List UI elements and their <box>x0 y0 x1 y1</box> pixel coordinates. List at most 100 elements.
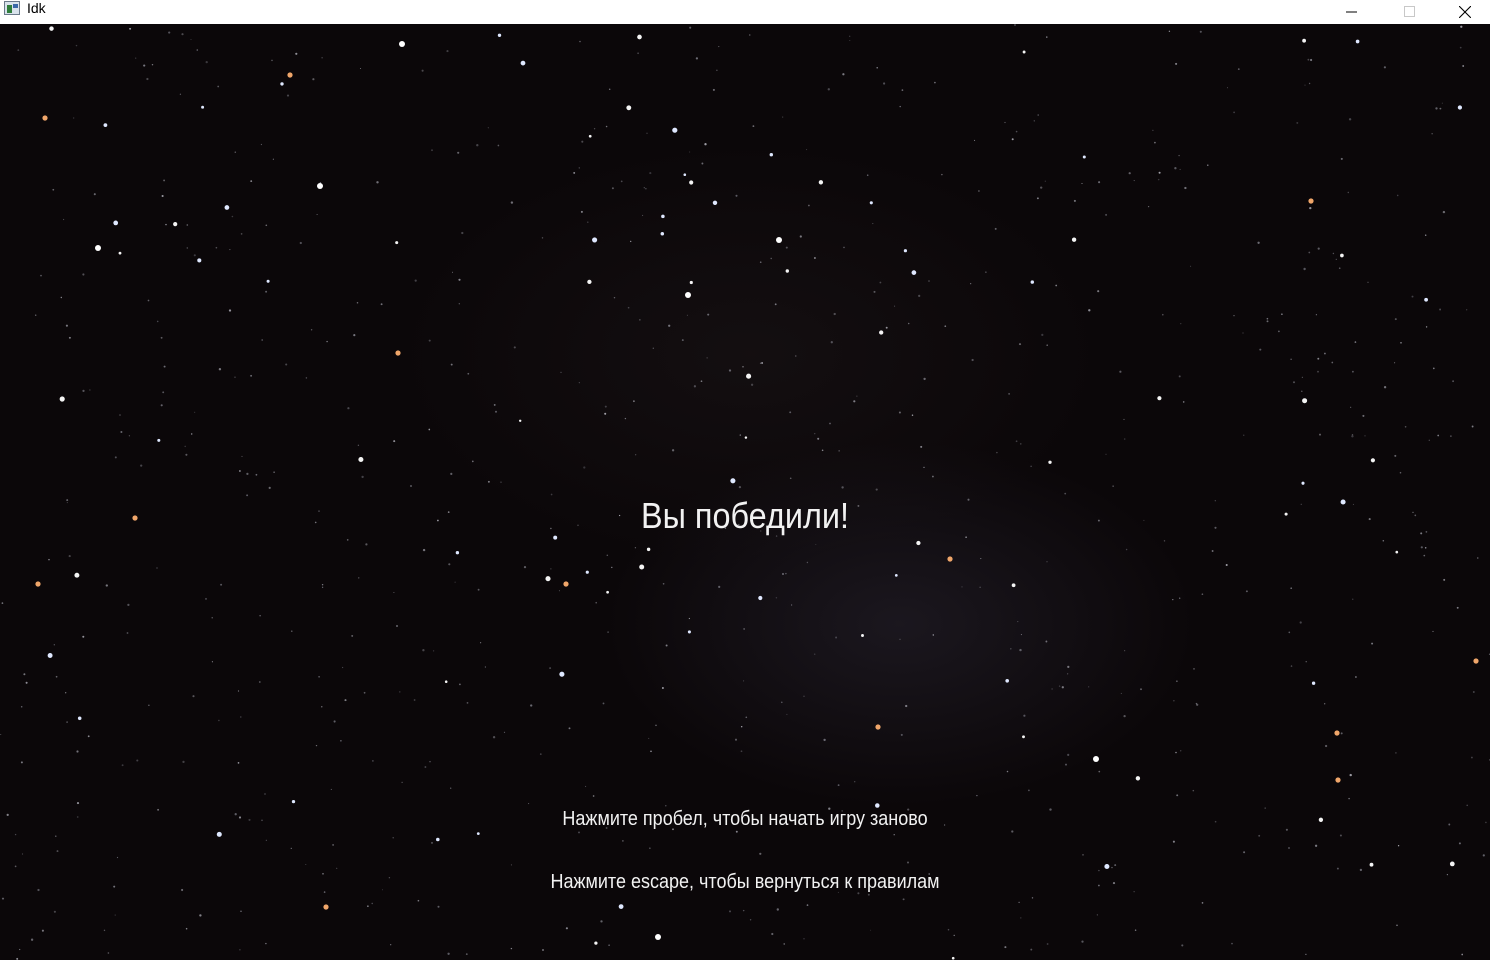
star <box>775 597 778 599</box>
star <box>285 363 288 366</box>
star <box>1362 414 1365 417</box>
star <box>1278 330 1280 333</box>
star <box>268 486 271 489</box>
star <box>841 486 844 489</box>
star <box>23 673 26 676</box>
star <box>1018 901 1020 904</box>
star <box>735 194 738 197</box>
star <box>1439 107 1442 110</box>
star <box>689 180 694 185</box>
star <box>821 449 824 452</box>
star <box>1 897 5 900</box>
star <box>1383 386 1387 389</box>
star <box>718 46 720 48</box>
star <box>581 140 584 143</box>
star <box>639 564 645 570</box>
star <box>455 551 460 555</box>
star <box>1097 290 1100 293</box>
close-button[interactable] <box>1439 0 1490 24</box>
star <box>661 687 664 689</box>
star <box>120 430 123 434</box>
star <box>923 466 925 469</box>
game-canvas[interactable]: Вы победили! Нажмите пробел, чтобы начат… <box>0 24 1490 960</box>
star <box>118 251 122 255</box>
star <box>996 451 998 454</box>
star <box>752 125 755 128</box>
star <box>622 840 624 842</box>
star <box>1259 348 1262 351</box>
star <box>1472 691 1475 693</box>
star <box>1332 252 1335 255</box>
star <box>1008 393 1010 395</box>
star <box>785 246 788 249</box>
star <box>1305 661 1307 663</box>
star <box>127 603 130 607</box>
star <box>1355 39 1360 44</box>
star <box>588 134 592 138</box>
minimize-button[interactable] <box>1323 0 1381 24</box>
star <box>41 929 44 932</box>
star <box>1098 181 1101 184</box>
star <box>1245 590 1248 593</box>
star <box>1432 630 1434 632</box>
star <box>197 258 202 263</box>
star <box>742 909 745 912</box>
star <box>1443 578 1446 581</box>
star <box>47 653 53 658</box>
star <box>1128 172 1131 175</box>
star <box>740 750 743 753</box>
star <box>818 180 824 185</box>
star <box>542 949 544 951</box>
star <box>1004 946 1007 949</box>
star <box>450 363 453 366</box>
star <box>1067 665 1070 669</box>
star <box>1399 471 1402 474</box>
star <box>1178 375 1181 378</box>
star <box>49 26 54 31</box>
star <box>128 435 131 437</box>
star <box>310 329 313 331</box>
star <box>759 362 762 364</box>
star <box>25 681 28 684</box>
star <box>513 346 516 349</box>
star <box>782 573 784 575</box>
star <box>630 240 632 243</box>
star <box>1158 171 1161 174</box>
star <box>898 411 901 414</box>
window-titlebar[interactable]: Idk <box>0 0 1490 24</box>
star <box>358 577 360 579</box>
star <box>237 690 240 692</box>
maximize-button[interactable] <box>1381 0 1439 24</box>
star <box>1423 554 1426 557</box>
star <box>1112 485 1114 487</box>
star <box>395 241 399 245</box>
star <box>1105 213 1108 216</box>
star <box>1266 320 1269 323</box>
star <box>1462 65 1465 67</box>
star <box>1301 390 1303 393</box>
star <box>799 235 802 238</box>
star <box>530 704 533 707</box>
star <box>1178 154 1180 157</box>
star <box>1425 326 1428 328</box>
star <box>750 383 754 386</box>
star <box>879 330 884 335</box>
star <box>1163 540 1166 542</box>
star <box>1371 642 1374 645</box>
star <box>1258 834 1261 837</box>
star <box>907 322 910 325</box>
star <box>1452 380 1454 383</box>
star <box>974 139 976 141</box>
star <box>875 724 881 730</box>
star <box>1154 141 1156 144</box>
star <box>151 63 154 66</box>
star <box>683 173 687 177</box>
star <box>1046 344 1048 346</box>
star <box>1180 323 1182 325</box>
star <box>642 214 644 216</box>
star <box>1082 155 1086 159</box>
star <box>1397 845 1400 847</box>
star <box>1020 917 1022 919</box>
star <box>422 649 425 652</box>
star <box>237 762 240 764</box>
